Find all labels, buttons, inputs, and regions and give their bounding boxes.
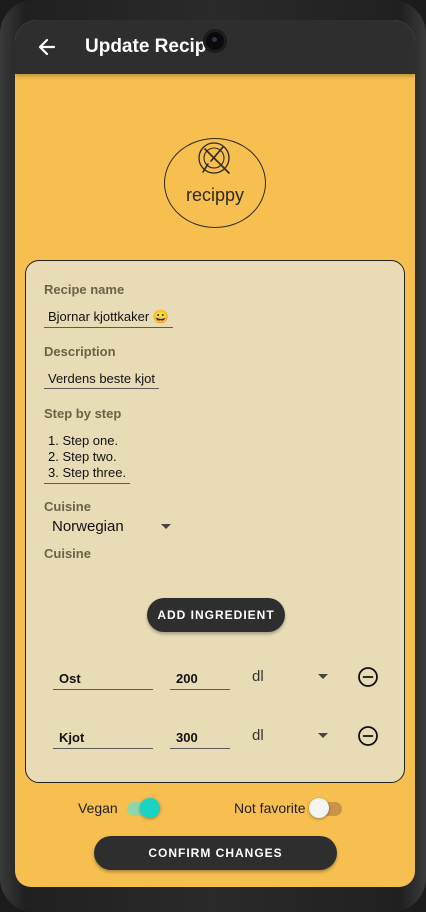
remove-circle-icon[interactable] (357, 666, 379, 688)
chevron-down-icon (161, 524, 171, 529)
logo-text: recippy (185, 185, 245, 205)
ingredient-name-input[interactable]: Kjot (53, 730, 153, 749)
toggle-thumb (140, 798, 160, 818)
unit-selected-value: dl (252, 727, 264, 744)
cuisine-helper-text: Cuisine (44, 546, 91, 561)
fork-knife-icon (198, 142, 230, 174)
confirm-changes-button[interactable]: CONFIRM CHANGES (94, 836, 337, 870)
step-line: 3. Step three. (48, 465, 127, 480)
cuisine-selected-value: Norwegian (52, 518, 124, 535)
steps-input[interactable]: 1. Step one. 2. Step two. 3. Step three. (44, 433, 131, 484)
phone-frame: Update Recipe recippy Recipe name Bjorna… (0, 0, 426, 912)
front-camera (203, 29, 227, 53)
ingredient-name-input[interactable]: Ost (53, 671, 153, 690)
description-label: Description (44, 344, 116, 359)
unit-selected-value: dl (252, 668, 264, 685)
remove-circle-icon[interactable] (357, 725, 379, 747)
recipe-form-card: Recipe name Bjornar kjottkaker 😀 Descrip… (25, 260, 405, 783)
favorite-label: Not favorite (234, 800, 306, 816)
vegan-label: Vegan (78, 800, 118, 816)
toggle-row: Vegan Not favorite (15, 795, 415, 821)
description-input[interactable]: Verdens beste kjot (44, 371, 159, 389)
step-line: 2. Step two. (48, 449, 117, 464)
ingredient-unit-select[interactable]: dl (252, 727, 334, 744)
vegan-toggle[interactable] (127, 795, 163, 821)
toggle-thumb (309, 798, 329, 818)
chevron-down-icon (318, 674, 328, 679)
recipe-name-input[interactable]: Bjornar kjottkaker 😀 (44, 309, 173, 328)
step-line: 1. Step one. (48, 433, 119, 448)
cuisine-label: Cuisine (44, 499, 91, 514)
screen: Update Recipe recippy Recipe name Bjorna… (15, 20, 415, 887)
back-button[interactable] (27, 27, 67, 67)
favorite-toggle[interactable] (309, 795, 345, 821)
arrow-left-icon (38, 38, 56, 56)
steps-label: Step by step (44, 406, 122, 421)
ingredient-unit-select[interactable]: dl (252, 668, 334, 685)
add-ingredient-button[interactable]: ADD INGREDIENT (147, 598, 285, 632)
ingredient-amount-input[interactable]: 200 (170, 671, 230, 690)
chevron-down-icon (318, 733, 328, 738)
ingredient-amount-input[interactable]: 300 (170, 730, 230, 749)
recipe-name-label: Recipe name (44, 282, 125, 297)
page-title: Update Recipe (85, 36, 217, 57)
cuisine-select[interactable]: Norwegian (52, 518, 172, 538)
recippy-logo: recippy (164, 138, 266, 228)
